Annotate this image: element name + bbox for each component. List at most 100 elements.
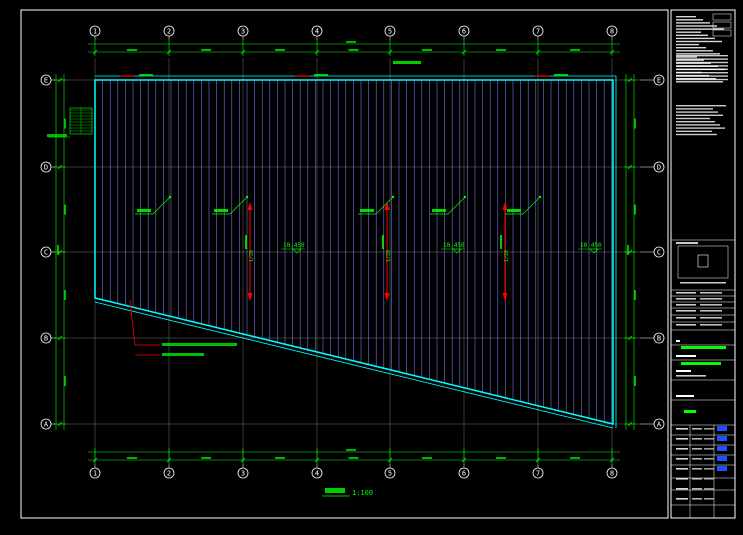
signature-stamp [717,426,727,431]
slope-arrow-head [247,293,253,301]
company-logo-mark [697,254,709,268]
axis-label: 7 [536,470,540,478]
axis-label: 4 [315,470,319,478]
signature-date [704,458,714,460]
axis-label: C [657,249,661,257]
company-logo [677,245,729,279]
dimension-value-mark [275,49,285,51]
titleblock-note-line [676,75,728,77]
axis-label: 4 [315,28,319,36]
titleblock-note-line [676,370,691,372]
signature-name [692,498,702,500]
roof-plan-svg: 1 1 2 2 3 3 4 4 5 5 6 6 7 7 8 8 E E D D C C B B A A 1/20 1/20 1/20 … [20,9,736,519]
titleblock-note-line [676,324,696,326]
axis-label: E [44,77,48,85]
signature-role [676,488,688,490]
axis-label: 3 [241,470,245,478]
titleblock-note-line [676,19,703,21]
titleblock-note-line [676,78,728,81]
titleblock-note-line [676,117,710,120]
leader-label-mark [137,209,151,212]
titleblock-note-line [676,25,717,27]
dimension-value-mark [127,457,137,459]
dimension-value-mark [634,204,636,215]
axis-label: 5 [388,470,392,478]
signature-name [692,438,702,440]
dimension-total-mark [57,245,59,255]
titleblock-note-line [676,58,728,60]
dimension-total-mark [346,41,356,43]
dimension-value-mark [348,49,359,51]
slope-note-mark [500,235,502,249]
titleblock-note-line [676,111,718,113]
titleblock-note-line [700,317,722,319]
leader-dot [391,195,395,199]
titleblock-note-line [676,31,701,33]
signature-date [704,488,714,490]
titleblock-note-line [676,127,725,129]
slope-arrow-head [502,293,508,301]
signature-role [676,458,688,460]
axis-label: 2 [167,28,171,36]
titleblock-note-line [676,395,694,397]
titleblock-note-line [676,292,696,294]
leader-label-mark [507,209,521,212]
titleblock-note-line [700,324,722,326]
signature-name [692,488,702,490]
elevation-markers: 10.450 10.450 10.450 [281,242,602,254]
drawing-name-bar [681,362,721,365]
signature-role [676,448,688,450]
signature-date [704,498,714,500]
titleblock-note-line [676,310,696,312]
dimension-value-mark [348,457,359,459]
axis-label: 8 [610,470,614,478]
titleblock-note-line [676,317,696,319]
titleblock-note-line [676,56,697,58]
dimension-value-mark [64,204,66,215]
drawing-title: 1:100 [322,488,373,497]
titleblock-note-box [712,21,732,29]
axis-label: D [657,164,661,172]
signature-role [676,478,688,480]
axis-label: 6 [462,28,466,36]
signature-name [692,458,702,460]
titleblock-note-line [676,40,722,43]
dimension-value-mark [422,49,432,51]
elevation-value: 10.450 [443,242,465,249]
slope-arrow-head [502,202,508,210]
ridge-arrow-note [139,74,153,76]
titleblock-note-line [700,298,722,300]
titleblock-note-line [676,121,715,123]
dimension-value-mark [570,457,580,459]
titleblock-note-line [676,340,680,342]
signature-date [704,428,714,430]
dimension-total-mark [627,245,629,255]
ridge-note-bar [393,61,421,64]
dimension-value-mark [127,49,137,51]
axis-label: A [657,421,662,429]
axis-label: 3 [241,28,245,36]
axis-label: 7 [536,28,540,36]
roof-ladder-detail [47,107,93,138]
dimension-value-mark [634,290,636,300]
titleblock-note-line [676,22,710,24]
leader-dot [245,195,249,199]
axis-label: B [657,335,661,343]
drawing-scale: 1:100 [352,489,373,497]
titleblock-note-line [676,55,728,57]
titleblock-note-line [676,114,723,116]
dimension-value-mark [64,376,66,386]
leader-dot [463,195,467,199]
leader-label-mark [214,209,228,212]
axis-label: 5 [388,28,392,36]
signature-role [676,438,688,440]
titleblock-note-line [676,133,717,136]
titleblock-note-line [676,105,726,107]
dimension-value-mark [422,457,432,459]
dimension-value-mark [201,49,211,51]
axis-label: 8 [610,28,614,36]
dimension-value-mark [275,457,285,459]
titleblock-note-line [676,375,706,377]
project-name-bar [681,346,726,349]
slope-arrows: 1/20 1/20 1/20 [120,74,568,301]
